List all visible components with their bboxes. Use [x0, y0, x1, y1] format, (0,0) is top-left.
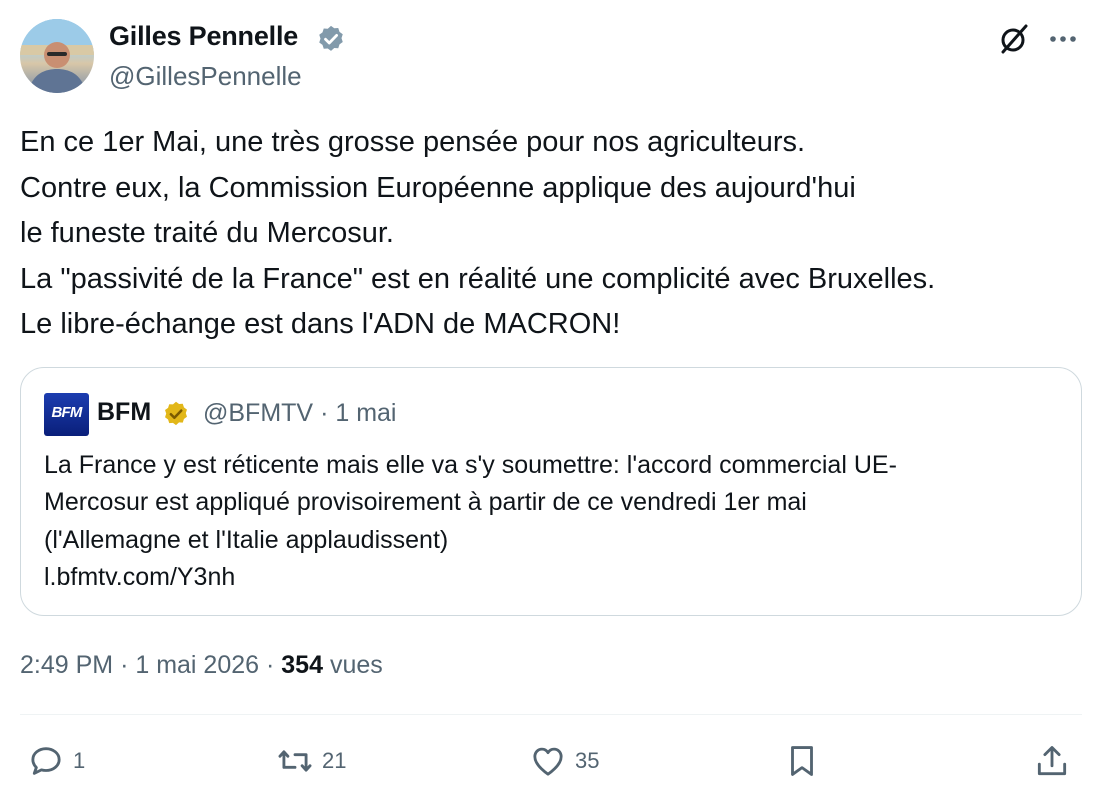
avatar-image [20, 19, 94, 93]
meta-separator: · [266, 651, 275, 679]
quote-avatar[interactable]: BFM [44, 393, 89, 436]
reply-icon [31, 747, 61, 775]
quote-logo-text: BFM [51, 404, 82, 421]
tweet-time[interactable]: 2:49 PM [20, 651, 113, 679]
quote-text-line: (l'Allemagne et l'Italie applaudissent) [44, 525, 449, 554]
retweet-count: 21 [322, 748, 347, 773]
grok-icon[interactable] [997, 22, 1031, 56]
views-label: vues [329, 651, 383, 679]
like-count: 35 [575, 748, 600, 773]
heart-icon [533, 747, 563, 776]
quote-text-line: La France y est réticente mais elle va s… [44, 451, 897, 479]
quoted-tweet[interactable]: BFM BFM @BFMTV · 1 mai La France y est r… [20, 367, 1082, 616]
reply-button[interactable]: 1 [27, 738, 85, 784]
gold-verified-badge-icon [165, 401, 187, 426]
views-count: 354 [281, 651, 323, 679]
share-icon [1037, 746, 1067, 776]
tweet-text: En ce 1er Mai, une très grosse pensée po… [20, 120, 1080, 348]
tweet-meta: 2:49 PM · 1 mai 2026 · 354 vues [20, 651, 383, 680]
bookmark-button[interactable] [783, 738, 821, 784]
author-handle[interactable]: @GillesPennelle [109, 61, 302, 92]
tweet-text-line: En ce 1er Mai, une très grosse pensée po… [20, 126, 806, 158]
tweet-text-line: La "passivité de la France" est en réali… [20, 262, 936, 295]
quote-author-handle[interactable]: @BFMTV [203, 399, 313, 427]
tweet-text-line: le funeste traité du Mercosur. [20, 217, 394, 249]
author-name[interactable]: Gilles Pennelle [109, 21, 298, 52]
quote-link[interactable]: l.bfmtv.com/Y3nh [44, 559, 1064, 596]
quote-text-line: Mercosur est appliqué provisoirement à p… [44, 488, 807, 517]
verified-badge-icon [319, 25, 343, 51]
share-button[interactable] [1033, 738, 1071, 784]
tweet-date[interactable]: 1 mai 2026 [135, 651, 259, 679]
divider [20, 714, 1082, 715]
quote-author-name[interactable]: BFM [97, 398, 151, 427]
quote-date[interactable]: 1 mai [335, 399, 396, 427]
retweet-icon [278, 750, 312, 772]
author-avatar[interactable] [20, 19, 94, 93]
tweet-text-line: Contre eux, la Commission Européenne app… [20, 171, 856, 204]
tweet-card: Gilles Pennelle @GillesPennelle En ce 1e… [0, 0, 1106, 804]
tweet-text-line: Le libre-échange est dans l'ADN de MACRO… [20, 308, 621, 340]
quote-meta: @BFMTV · 1 mai [203, 399, 396, 428]
reply-count: 1 [73, 748, 86, 773]
bookmark-icon [791, 746, 813, 776]
like-button[interactable]: 35 [529, 738, 599, 784]
more-icon[interactable] [1046, 26, 1080, 52]
quote-separator: · [320, 399, 329, 427]
quote-text: La France y est réticente mais elle va s… [44, 447, 1064, 596]
meta-separator: · [120, 651, 129, 679]
retweet-button[interactable]: 21 [276, 738, 346, 784]
